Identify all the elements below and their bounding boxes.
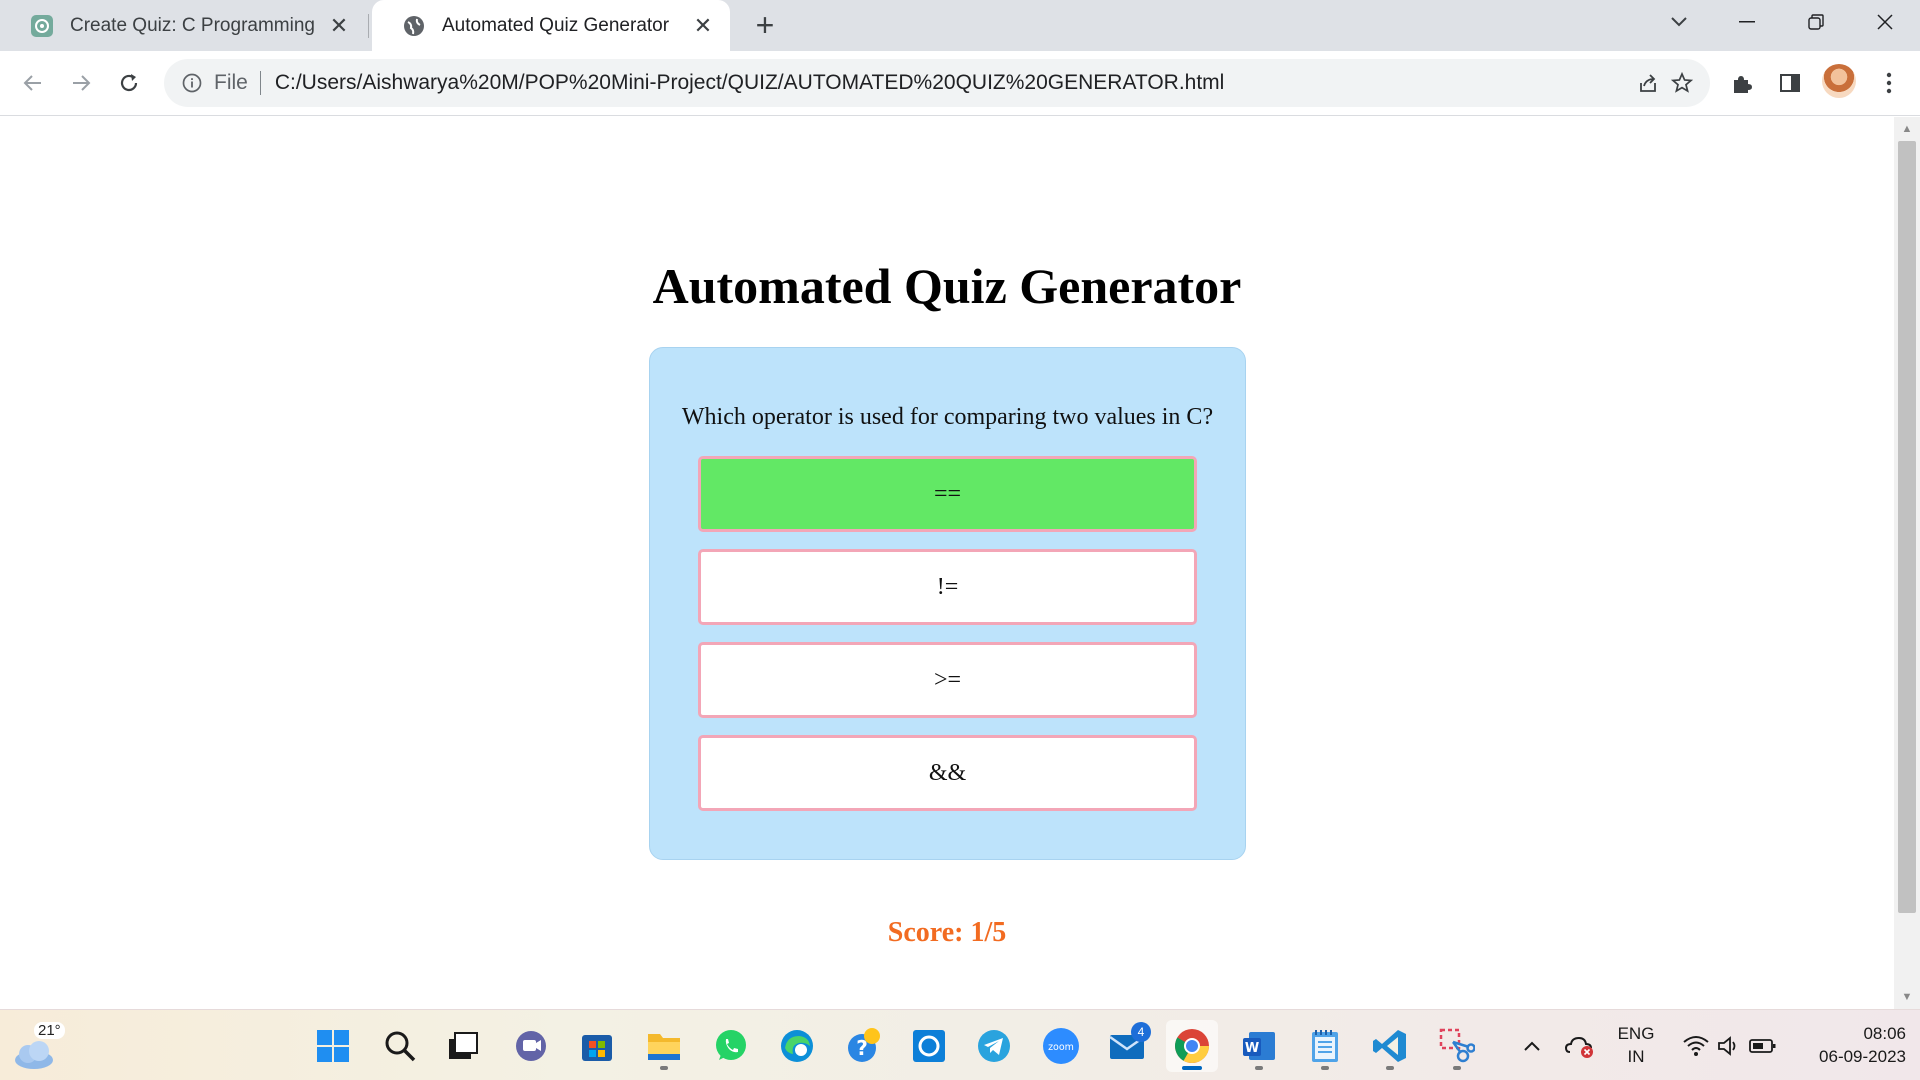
onedrive-error-icon[interactable] bbox=[1556, 1020, 1604, 1072]
snipping-tool-icon[interactable] bbox=[1431, 1020, 1483, 1072]
url-text[interactable]: C:/Users/Aishwarya%20M/POP%20Mini-Projec… bbox=[275, 71, 1225, 95]
tab-automated-quiz[interactable]: Automated Quiz Generator ✕ bbox=[372, 0, 730, 51]
new-tab-button[interactable]: + bbox=[748, 7, 782, 43]
cortana-icon[interactable] bbox=[903, 1020, 955, 1072]
get-help-icon[interactable]: ? bbox=[838, 1020, 890, 1072]
edge-icon[interactable] bbox=[771, 1020, 823, 1072]
close-tab-icon[interactable]: ✕ bbox=[326, 13, 352, 39]
chrome-icon[interactable] bbox=[1166, 1020, 1218, 1072]
running-indicator bbox=[1255, 1066, 1263, 1070]
restore-button[interactable] bbox=[1787, 0, 1845, 44]
tab-title: Automated Quiz Generator bbox=[442, 14, 670, 36]
option-button-2[interactable]: != bbox=[698, 549, 1197, 625]
microsoft-store-icon[interactable] bbox=[571, 1020, 623, 1072]
mail-unread-badge: 4 bbox=[1131, 1022, 1151, 1042]
tab-divider bbox=[368, 14, 369, 38]
address-bar[interactable]: File C:/Users/Aishwarya%20M/POP%20Mini-P… bbox=[164, 59, 1710, 107]
weather-widget[interactable]: 21° bbox=[10, 1020, 70, 1072]
notepad-icon[interactable] bbox=[1299, 1020, 1351, 1072]
windows-taskbar: 21° ? zoom 4 W ENG IN 08:06 06-09-2023 bbox=[0, 1009, 1920, 1080]
search-icon[interactable] bbox=[374, 1020, 426, 1072]
running-indicator bbox=[1453, 1066, 1461, 1070]
running-indicator bbox=[1386, 1066, 1394, 1070]
teams-chat-icon[interactable] bbox=[505, 1020, 557, 1072]
vscode-icon[interactable] bbox=[1364, 1020, 1416, 1072]
battery-icon bbox=[1749, 1039, 1776, 1053]
scroll-up-arrow-icon[interactable]: ▲ bbox=[1894, 119, 1920, 139]
site-info-icon[interactable] bbox=[178, 69, 206, 97]
quick-settings-cluster[interactable] bbox=[1672, 1020, 1788, 1072]
running-indicator bbox=[660, 1066, 668, 1070]
option-button-3[interactable]: >= bbox=[698, 642, 1197, 718]
page-title: Automated Quiz Generator bbox=[652, 258, 1242, 314]
minimize-button[interactable] bbox=[1718, 0, 1776, 44]
task-view-icon[interactable] bbox=[437, 1020, 489, 1072]
browser-tab-strip: Create Quiz: C Programming ✕ Automated Q… bbox=[0, 0, 1920, 51]
back-button[interactable] bbox=[15, 65, 51, 101]
option-button-1[interactable]: == bbox=[698, 456, 1197, 532]
scrollbar-thumb[interactable] bbox=[1898, 141, 1916, 913]
running-indicator bbox=[1321, 1066, 1329, 1070]
question-text: Which operator is used for comparing two… bbox=[681, 404, 1214, 430]
reload-button[interactable] bbox=[111, 65, 147, 101]
word-icon[interactable]: W bbox=[1233, 1020, 1285, 1072]
menu-kebab-icon[interactable] bbox=[1871, 65, 1907, 101]
profile-avatar[interactable] bbox=[1822, 64, 1856, 98]
telegram-icon[interactable] bbox=[968, 1020, 1020, 1072]
globe-icon bbox=[402, 14, 426, 38]
web-page: Automated Quiz Generator Which operator … bbox=[0, 117, 1894, 1009]
close-window-button[interactable] bbox=[1856, 0, 1914, 44]
active-indicator bbox=[1182, 1066, 1202, 1070]
language-code: ENG bbox=[1617, 1024, 1655, 1043]
browser-toolbar: File C:/Users/Aishwarya%20M/POP%20Mini-P… bbox=[0, 51, 1920, 116]
scroll-down-arrow-icon[interactable]: ▼ bbox=[1894, 987, 1920, 1007]
forward-button[interactable] bbox=[63, 65, 99, 101]
tab-search-icon[interactable] bbox=[1650, 0, 1708, 44]
extensions-puzzle-icon[interactable] bbox=[1724, 65, 1760, 101]
tab-create-quiz[interactable]: Create Quiz: C Programming ✕ bbox=[0, 0, 366, 51]
chatgpt-icon bbox=[30, 14, 54, 38]
zoom-label: zoom bbox=[1048, 1042, 1074, 1053]
close-tab-icon[interactable]: ✕ bbox=[690, 13, 716, 39]
word-label: W bbox=[1245, 1041, 1259, 1056]
file-explorer-icon[interactable] bbox=[638, 1020, 690, 1072]
mail-icon[interactable]: 4 bbox=[1101, 1020, 1153, 1072]
bookmark-star-icon[interactable] bbox=[1664, 65, 1700, 101]
whatsapp-icon[interactable] bbox=[705, 1020, 757, 1072]
address-divider bbox=[259, 71, 261, 95]
option-button-4[interactable]: && bbox=[698, 735, 1197, 811]
clock-time: 08:06 bbox=[1863, 1024, 1906, 1043]
tab-title: Create Quiz: C Programming bbox=[70, 14, 315, 36]
clock-date: 06-09-2023 bbox=[1819, 1047, 1906, 1066]
show-hidden-icons-chevron-icon[interactable] bbox=[1506, 1020, 1558, 1072]
wifi-icon bbox=[1683, 1036, 1709, 1056]
cloud-icon bbox=[15, 1041, 53, 1069]
quiz-card: Which operator is used for comparing two… bbox=[649, 347, 1246, 860]
score-text: Score: 1/5 bbox=[887, 917, 1007, 948]
volume-icon bbox=[1718, 1036, 1736, 1056]
language-indicator[interactable]: ENG IN bbox=[1610, 1022, 1662, 1068]
weather-temperature: 21° bbox=[34, 1022, 65, 1039]
scheme-label: File bbox=[214, 71, 248, 94]
clock[interactable]: 08:06 06-09-2023 bbox=[1796, 1022, 1906, 1068]
vertical-scrollbar[interactable]: ▲ ▼ bbox=[1894, 117, 1920, 1009]
share-icon[interactable] bbox=[1630, 65, 1666, 101]
windows-start-icon[interactable] bbox=[307, 1020, 359, 1072]
region-code: IN bbox=[1627, 1047, 1645, 1066]
side-panel-icon[interactable] bbox=[1772, 65, 1808, 101]
zoom-icon[interactable]: zoom bbox=[1035, 1020, 1087, 1072]
